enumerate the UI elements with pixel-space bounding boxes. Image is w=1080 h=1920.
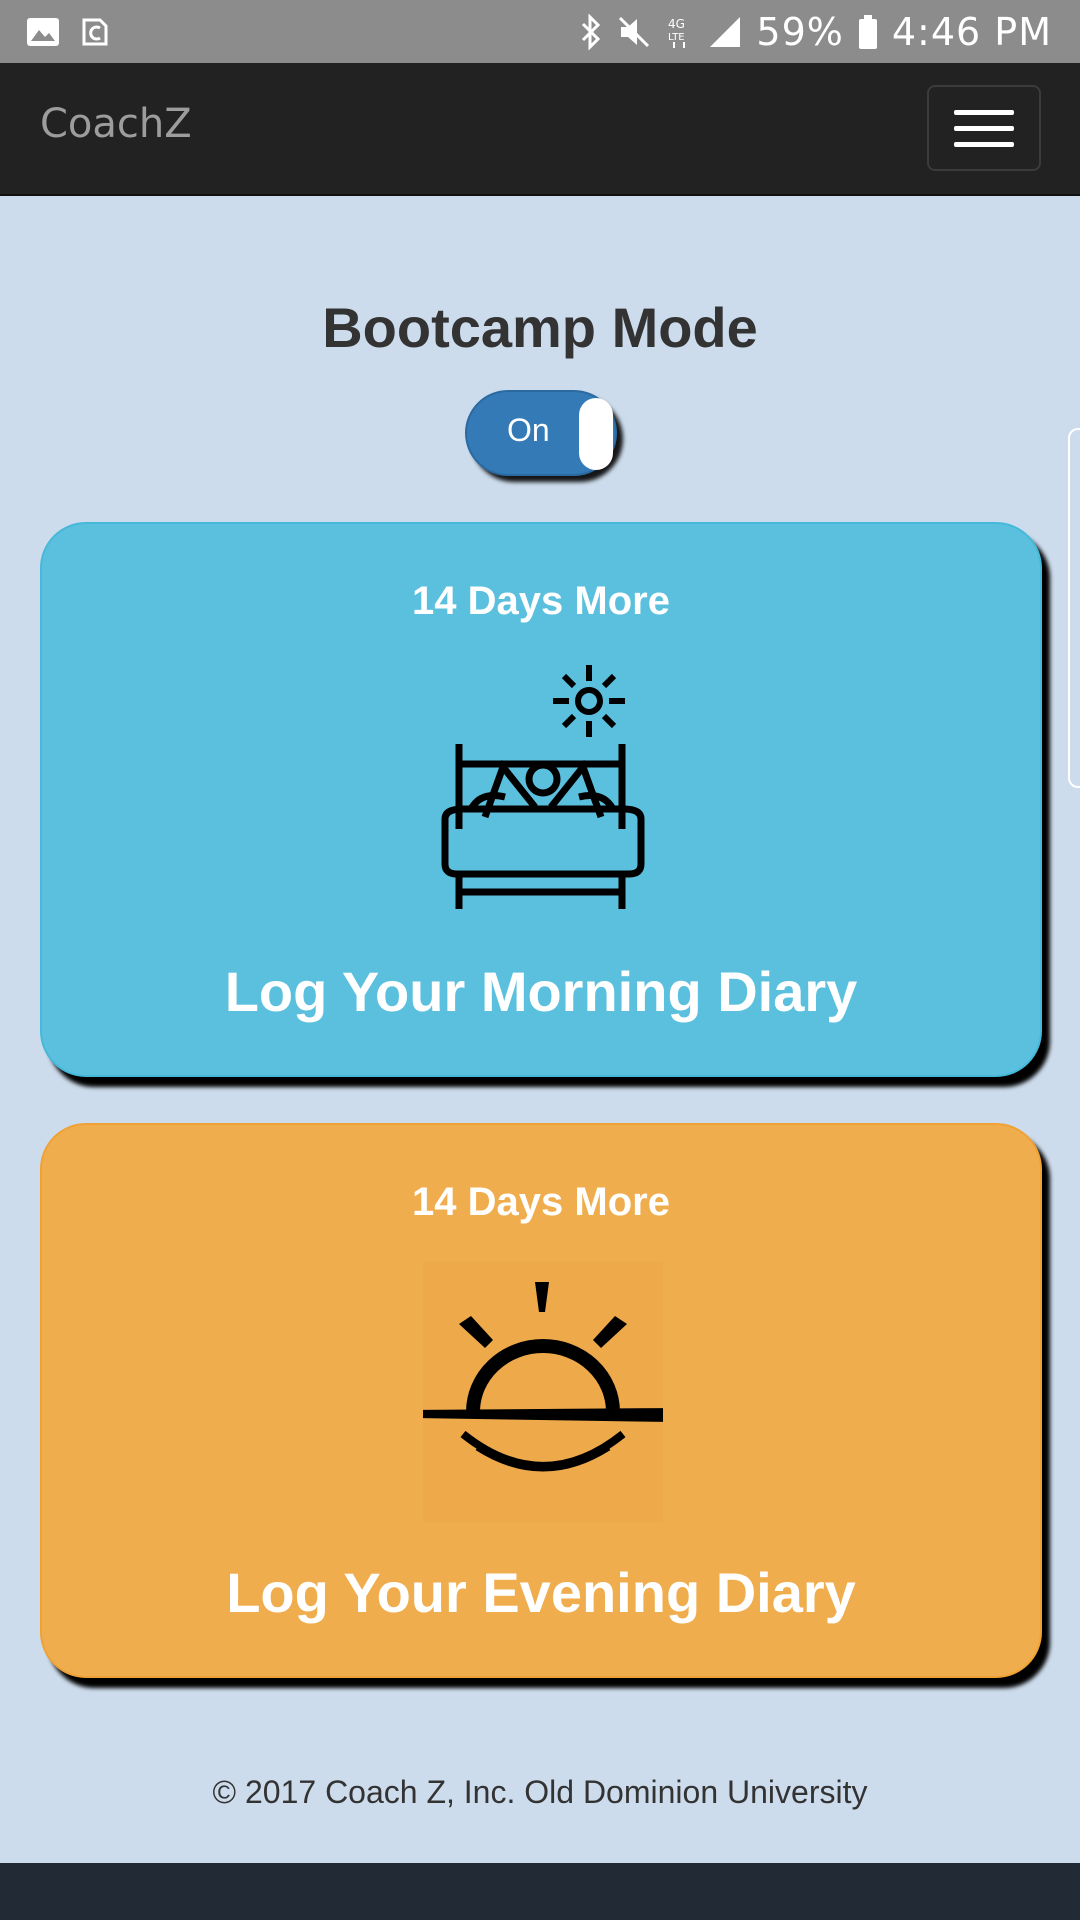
toggle-knob <box>579 398 613 470</box>
copyright-footer: © 2017 Coach Z, Inc. Old Dominion Univer… <box>212 1774 868 1810</box>
hamburger-icon-bar <box>954 125 1014 131</box>
lte-icon: 4G LTE <box>668 17 686 48</box>
page-title: Bootcamp Mode <box>322 296 758 359</box>
evening-diary-card[interactable]: 14 Days More Log Your Evening Diary <box>40 1123 1042 1678</box>
battery-icon <box>858 14 877 49</box>
svg-text:LTE: LTE <box>668 32 685 43</box>
menu-toggle-button[interactable] <box>927 85 1041 171</box>
hamburger-icon-bar <box>954 141 1014 147</box>
mute-icon <box>619 16 650 47</box>
svg-text:4G: 4G <box>668 17 685 31</box>
status-left-icons <box>26 16 110 48</box>
battery-percent: 59% <box>756 9 844 54</box>
morning-diary-label: Log Your Morning Diary <box>224 960 858 1023</box>
bluetooth-icon <box>582 13 601 50</box>
evening-diary-label: Log Your Evening Diary <box>226 1561 856 1624</box>
bottom-bar <box>0 1863 1080 1920</box>
gallery-icon <box>27 17 59 46</box>
days-remaining: 14 Days More <box>412 1180 670 1224</box>
wake-up-bed-icon <box>441 665 645 909</box>
edge-panel-handle[interactable] <box>1068 428 1080 788</box>
bootcamp-mode-toggle[interactable]: On <box>465 390 617 476</box>
sunset-icon <box>423 1262 663 1522</box>
navbar: CoachZ <box>0 63 1080 196</box>
app-notification-icon <box>82 18 108 45</box>
signal-icon <box>710 16 741 47</box>
morning-diary-card[interactable]: 14 Days More Log Your Morning Diary <box>40 522 1042 1077</box>
brand-link[interactable]: CoachZ <box>40 101 192 147</box>
status-bar: 4G LTE 59% 4:46 PM <box>0 0 1080 63</box>
status-right-icons: 4G LTE 59% 4:46 PM <box>580 10 1052 54</box>
status-time: 4:46 PM <box>891 9 1052 54</box>
hamburger-icon <box>954 109 1014 115</box>
days-remaining: 14 Days More <box>412 579 670 623</box>
toggle-label: On <box>507 412 550 448</box>
